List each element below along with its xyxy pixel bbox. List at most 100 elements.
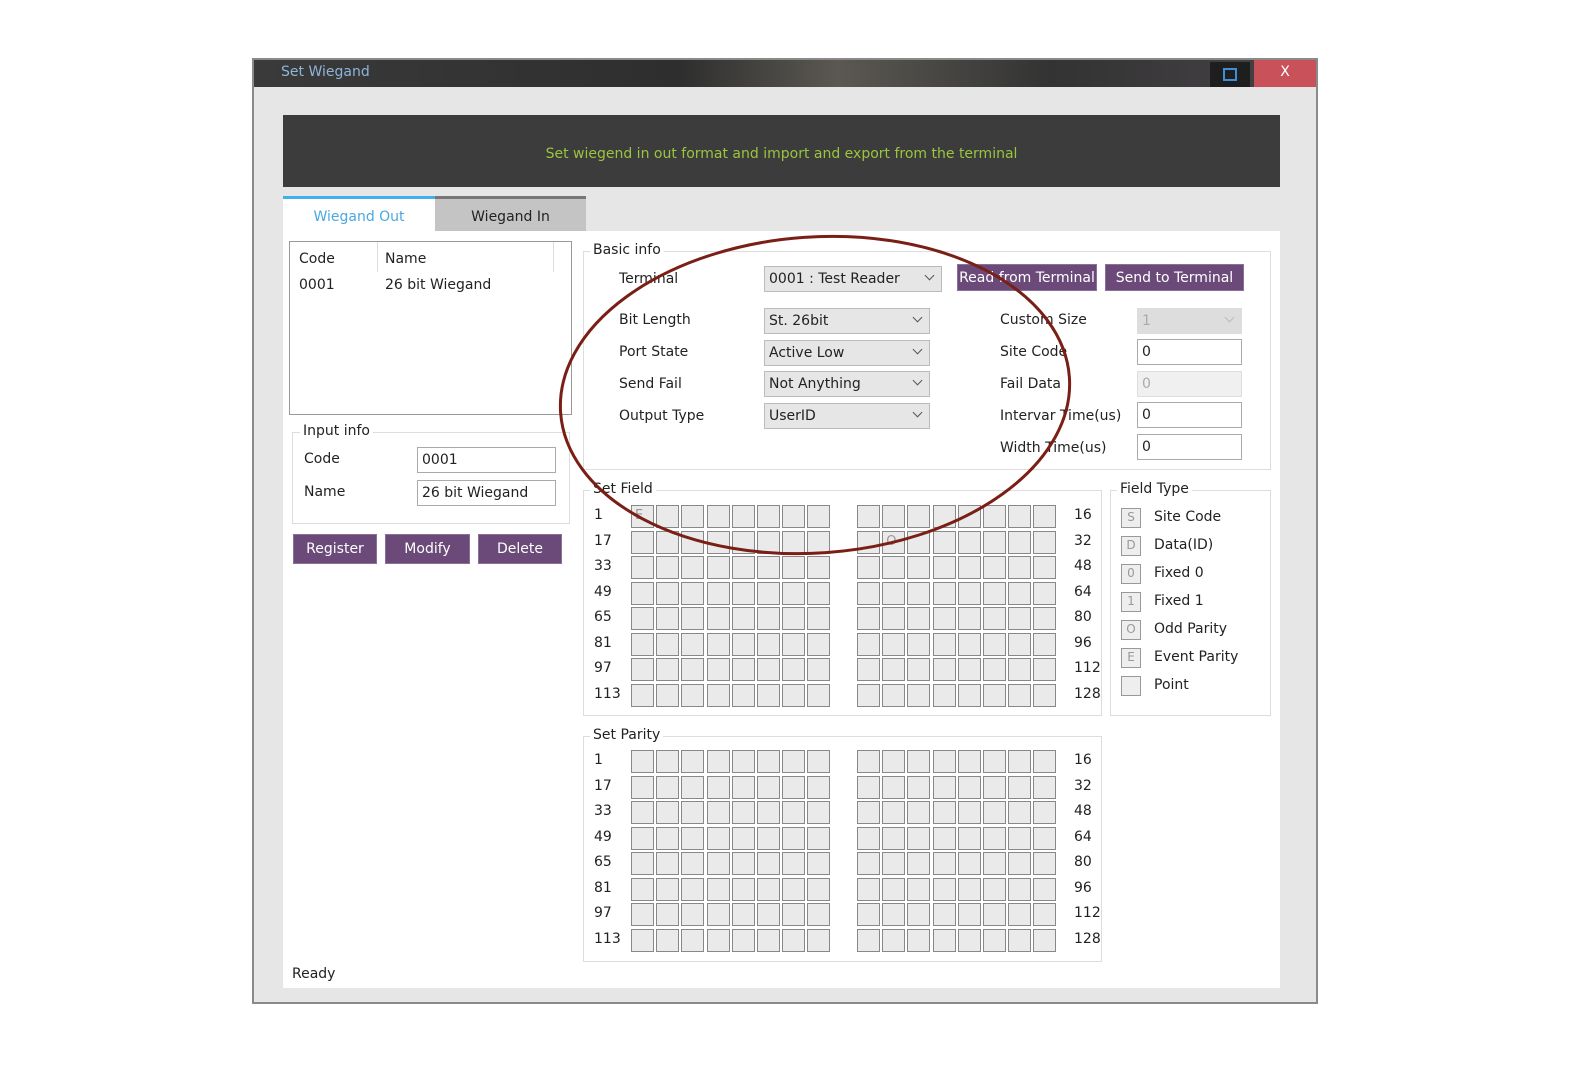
title-bar[interactable]: Set Wiegand X bbox=[254, 60, 1316, 87]
close-button[interactable]: X bbox=[1254, 60, 1316, 87]
bit-cell[interactable] bbox=[1033, 556, 1057, 579]
code-input[interactable]: 0001 bbox=[417, 447, 556, 473]
bit-cell[interactable] bbox=[983, 852, 1006, 875]
bit-cell[interactable] bbox=[757, 607, 780, 630]
bit-cell[interactable] bbox=[681, 775, 705, 799]
bit-cell[interactable] bbox=[957, 903, 981, 926]
bit-cell[interactable] bbox=[757, 903, 780, 926]
bit-length-select[interactable]: St. 26bit bbox=[764, 308, 930, 334]
bit-cell[interactable] bbox=[731, 607, 755, 630]
bit-cell[interactable] bbox=[631, 928, 654, 952]
bit-cell[interactable] bbox=[907, 801, 931, 824]
bit-cell[interactable] bbox=[1033, 801, 1057, 824]
bit-cell[interactable] bbox=[983, 505, 1006, 528]
list-item[interactable]: 0001 26 bit Wiegand bbox=[290, 275, 550, 295]
bit-cell[interactable] bbox=[706, 632, 730, 656]
bit-cell[interactable] bbox=[782, 505, 806, 528]
bit-cell[interactable] bbox=[907, 658, 931, 681]
bit-cell[interactable] bbox=[882, 801, 906, 824]
bit-cell[interactable] bbox=[782, 801, 806, 824]
bit-cell[interactable] bbox=[757, 852, 780, 875]
bit-cell[interactable] bbox=[932, 903, 956, 926]
send-fail-select[interactable]: Not Anything bbox=[764, 371, 930, 397]
bit-cell[interactable] bbox=[807, 581, 831, 605]
bit-cell[interactable] bbox=[882, 683, 906, 707]
bit-cell[interactable] bbox=[631, 607, 654, 630]
bit-cell[interactable] bbox=[731, 632, 755, 656]
bit-cell[interactable]: E bbox=[631, 505, 654, 528]
fail-data-input[interactable]: 0 bbox=[1137, 371, 1242, 397]
read-from-terminal-button[interactable]: Read from Terminal bbox=[957, 264, 1097, 291]
bit-cell[interactable] bbox=[957, 750, 981, 773]
custom-size-select[interactable]: 1 bbox=[1137, 308, 1242, 334]
bit-cell[interactable] bbox=[807, 607, 831, 630]
bit-cell[interactable] bbox=[731, 903, 755, 926]
bit-cell[interactable] bbox=[983, 556, 1006, 579]
bit-cell[interactable] bbox=[681, 877, 705, 901]
bit-cell[interactable] bbox=[631, 658, 654, 681]
bit-cell[interactable] bbox=[782, 683, 806, 707]
bit-cell[interactable] bbox=[983, 801, 1006, 824]
bit-cell[interactable] bbox=[983, 826, 1006, 850]
bit-cell[interactable] bbox=[782, 556, 806, 579]
bit-cell[interactable] bbox=[857, 750, 880, 773]
bit-cell[interactable] bbox=[731, 505, 755, 528]
bit-cell[interactable] bbox=[1008, 556, 1032, 579]
bit-cell[interactable] bbox=[656, 852, 680, 875]
bit-cell[interactable] bbox=[656, 826, 680, 850]
bit-cell[interactable] bbox=[882, 928, 906, 952]
bit-cell[interactable] bbox=[932, 826, 956, 850]
bit-cell[interactable] bbox=[907, 632, 931, 656]
bit-cell[interactable] bbox=[957, 928, 981, 952]
bit-cell[interactable] bbox=[983, 607, 1006, 630]
tab-wiegand-out[interactable]: Wiegand Out bbox=[283, 196, 435, 231]
bit-cell[interactable] bbox=[807, 801, 831, 824]
wiegand-list[interactable]: Code Name 0001 26 bit Wiegand bbox=[289, 241, 572, 415]
bit-cell[interactable] bbox=[807, 775, 831, 799]
bit-cell[interactable] bbox=[782, 877, 806, 901]
bit-cell[interactable] bbox=[681, 683, 705, 707]
bit-cell[interactable] bbox=[1008, 505, 1032, 528]
bit-cell[interactable] bbox=[631, 632, 654, 656]
bit-cell[interactable] bbox=[731, 750, 755, 773]
bit-cell[interactable] bbox=[782, 530, 806, 554]
bit-cell[interactable] bbox=[782, 775, 806, 799]
bit-cell[interactable] bbox=[932, 877, 956, 901]
bit-cell[interactable] bbox=[957, 826, 981, 850]
bit-cell[interactable] bbox=[656, 928, 680, 952]
bit-cell[interactable] bbox=[882, 505, 906, 528]
bit-cell[interactable] bbox=[932, 505, 956, 528]
bit-cell[interactable] bbox=[957, 683, 981, 707]
bit-cell[interactable] bbox=[807, 632, 831, 656]
bit-cell[interactable] bbox=[731, 556, 755, 579]
bit-cell[interactable] bbox=[1008, 826, 1032, 850]
bit-cell[interactable] bbox=[882, 658, 906, 681]
bit-cell[interactable] bbox=[932, 928, 956, 952]
bit-cell[interactable] bbox=[731, 801, 755, 824]
bit-cell[interactable] bbox=[656, 683, 680, 707]
bit-cell[interactable] bbox=[807, 658, 831, 681]
bit-cell[interactable] bbox=[907, 750, 931, 773]
bit-cell[interactable] bbox=[656, 658, 680, 681]
bit-cell[interactable] bbox=[907, 928, 931, 952]
bit-cell[interactable] bbox=[932, 607, 956, 630]
bit-cell[interactable] bbox=[757, 505, 780, 528]
bit-cell[interactable] bbox=[631, 683, 654, 707]
bit-cell[interactable] bbox=[782, 632, 806, 656]
bit-cell[interactable] bbox=[957, 632, 981, 656]
bit-cell[interactable] bbox=[631, 775, 654, 799]
bit-cell[interactable] bbox=[857, 607, 880, 630]
bit-cell[interactable] bbox=[631, 852, 654, 875]
bit-cell[interactable] bbox=[807, 505, 831, 528]
bit-cell[interactable] bbox=[807, 877, 831, 901]
bit-cell[interactable] bbox=[857, 556, 880, 579]
tab-wiegand-in[interactable]: Wiegand In bbox=[435, 196, 586, 231]
bit-cell[interactable] bbox=[983, 683, 1006, 707]
bit-cell[interactable] bbox=[757, 877, 780, 901]
bit-cell[interactable] bbox=[957, 801, 981, 824]
bit-cell[interactable] bbox=[681, 505, 705, 528]
bit-cell[interactable] bbox=[1033, 581, 1057, 605]
bit-cell[interactable] bbox=[957, 581, 981, 605]
bit-cell[interactable] bbox=[983, 530, 1006, 554]
bit-cell[interactable] bbox=[782, 928, 806, 952]
